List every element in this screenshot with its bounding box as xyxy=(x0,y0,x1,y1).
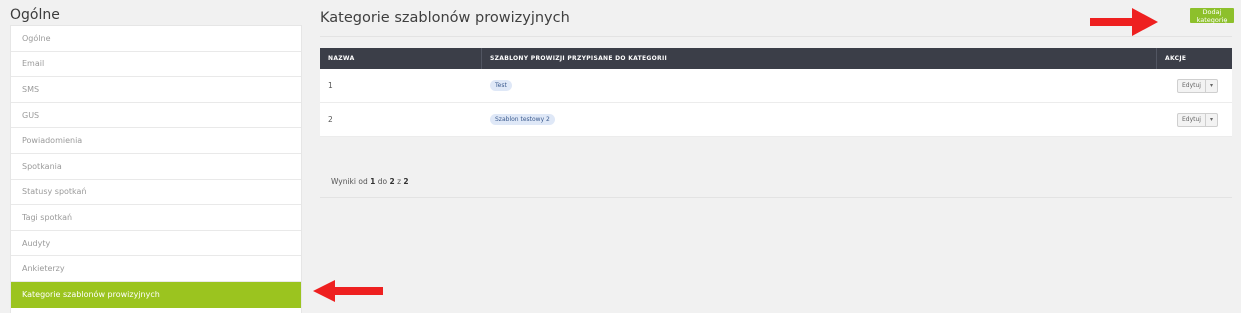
action-group: Edytuj ▾ xyxy=(1177,112,1218,127)
results-to-word: do xyxy=(377,177,388,186)
column-header-name[interactable]: NAZWA xyxy=(320,48,482,69)
cell-templates: Test xyxy=(482,69,1157,102)
cell-name: 1 xyxy=(328,81,333,90)
sidebar-item-sms[interactable]: SMS xyxy=(11,77,301,103)
column-header-actions: AKCJE xyxy=(1165,55,1187,62)
template-tag[interactable]: Szablon testowy 2 xyxy=(490,114,555,125)
template-tag[interactable]: Test xyxy=(490,80,512,91)
sidebar-item-powiadomienia[interactable]: Powiadomienia xyxy=(11,128,301,154)
arrow-left-icon xyxy=(313,280,383,302)
arrow-right-icon xyxy=(1090,8,1158,36)
results-from: 1 xyxy=(370,177,376,186)
add-category-button[interactable]: Dodaj kategorię xyxy=(1190,8,1234,24)
divider xyxy=(320,197,1232,198)
cell-templates: Szablon testowy 2 xyxy=(482,103,1157,136)
chevron-down-icon[interactable]: ▾ xyxy=(1206,114,1217,126)
sidebar-item-kategorie-szablonow[interactable]: Kategorie szablonów prowizyjnych xyxy=(11,281,301,308)
page-title: Kategorie szablonów prowizyjnych xyxy=(320,10,570,26)
sidebar-item-audyty[interactable]: Audyty xyxy=(11,231,301,257)
column-header-templates[interactable]: SZABLONY PROWIZJI PRZYPISANE DO KATEGORI… xyxy=(482,48,1157,69)
cell-actions: Edytuj ▾ xyxy=(1157,69,1232,102)
table-header: NAZWA SZABLONY PROWIZJI PRZYPISANE DO KA… xyxy=(320,48,1232,69)
sidebar-item-statusy-spotkan[interactable]: Statusy spotkań xyxy=(11,180,301,206)
edit-button[interactable]: Edytuj xyxy=(1178,79,1206,92)
results-summary: Wyniki od 1 do 2 z 2 xyxy=(331,177,409,186)
divider xyxy=(320,36,1232,37)
sidebar-item-gus[interactable]: GUS xyxy=(11,103,301,129)
results-to: 2 xyxy=(389,177,395,186)
sidebar-item-tagi-spotkan[interactable]: Tagi spotkań xyxy=(11,205,301,231)
sidebar-item-email[interactable]: Email xyxy=(11,52,301,78)
cell-name: 2 xyxy=(328,115,333,124)
categories-table: NAZWA SZABLONY PROWIZJI PRZYPISANE DO KA… xyxy=(320,48,1232,137)
action-group: Edytuj ▾ xyxy=(1177,78,1218,93)
sidebar-item-ogolne[interactable]: Ogólne xyxy=(11,26,301,52)
cell-actions: Edytuj ▾ xyxy=(1157,103,1232,136)
results-of-word: z xyxy=(397,177,402,186)
edit-button[interactable]: Edytuj xyxy=(1178,113,1206,126)
sidebar-item-ankieterzy[interactable]: Ankieterzy xyxy=(11,256,301,282)
results-total: 2 xyxy=(403,177,409,186)
table-row: 2 Szablon testowy 2 Edytuj ▾ xyxy=(320,103,1232,137)
chevron-down-icon[interactable]: ▾ xyxy=(1206,80,1217,92)
sidebar-title: Ogólne xyxy=(10,7,60,23)
sidebar: Ogólne Email SMS GUS Powiadomienia Spotk… xyxy=(10,25,302,313)
table-row: 1 Test Edytuj ▾ xyxy=(320,69,1232,103)
sidebar-item-spotkania[interactable]: Spotkania xyxy=(11,154,301,180)
results-prefix: Wyniki od xyxy=(331,177,368,186)
